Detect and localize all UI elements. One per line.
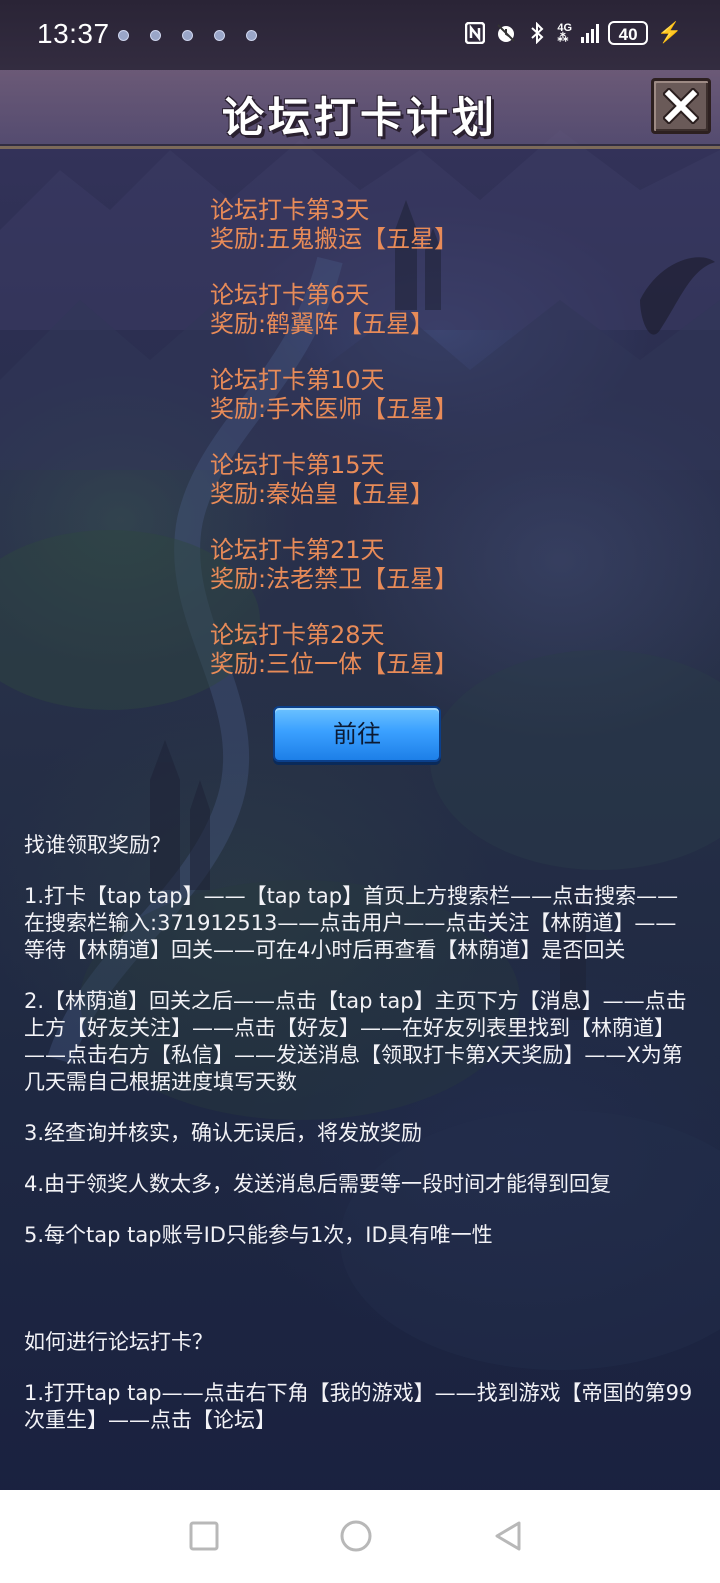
back-button[interactable] [486,1514,530,1558]
battery-level: 40 [618,24,638,44]
status-indicators: 4G ⁂ 40 ⚡ [464,20,682,45]
close-icon [663,88,699,124]
battery-icon: 40 [608,20,649,45]
close-button[interactable] [651,78,711,134]
notification-dot-icon [150,30,161,41]
reward-item: 论坛打卡第6天 奖励:鹤翼阵【五星】 [210,281,458,339]
checkin-step: 1.打开tap tap——点击右下角【我的游戏】——找到游戏【帝国的第99次重生… [24,1381,693,1432]
notification-icons [118,30,257,41]
notification-dot-icon [118,30,129,41]
status-bar: 13:37 4G ⁂ 40 ⚡ [0,0,720,70]
status-time: 13:37 [37,18,110,49]
reward-prize: 奖励:手术医师【五星】 [210,395,459,423]
bluetooth-icon [526,21,548,45]
reward-day: 论坛打卡第10天 [210,366,385,394]
notification-dot-icon [214,30,225,41]
reward-day: 论坛打卡第28天 [210,621,385,649]
header: 论坛打卡计划 [0,70,720,149]
checkin-heading: 如何进行论坛打卡？ [24,1330,213,1354]
reward-day: 论坛打卡第6天 [210,281,370,309]
reward-prize: 奖励:法老禁卫【五星】 [210,565,459,593]
instructions-panel[interactable]: 找谁领取奖励？ 1.打卡【tap tap】——【tap tap】首页上方搜索栏—… [24,832,696,1462]
alarm-icon [495,21,517,45]
recent-apps-button[interactable] [182,1514,226,1558]
reward-prize: 奖励:秦始皇【五星】 [210,480,435,508]
notification-dot-icon [246,30,257,41]
network-type: 4G ⁂ [557,21,573,44]
reward-day: 论坛打卡第15天 [210,451,385,479]
home-icon [340,1520,372,1552]
claim-step: 3.经查询并核实，确认无误后，将发放奖励 [24,1121,423,1145]
reward-item: 论坛打卡第10天 奖励:手术医师【五星】 [210,366,458,424]
claim-heading: 找谁领取奖励？ [24,833,171,857]
navigation-bar [0,1490,720,1583]
back-icon [495,1521,521,1551]
reward-day: 论坛打卡第3天 [210,196,370,224]
nfc-icon [464,21,486,45]
home-button[interactable] [334,1514,378,1558]
reward-prize: 奖励:五鬼搬运【五星】 [210,225,459,253]
reward-item: 论坛打卡第21天 奖励:法老禁卫【五星】 [210,536,458,594]
reward-item: 论坛打卡第3天 奖励:五鬼搬运【五星】 [210,196,458,254]
reward-item: 论坛打卡第28天 奖励:三位一体【五星】 [210,621,458,679]
charging-icon: ⚡ [657,22,682,44]
reward-list: 论坛打卡第3天 奖励:五鬼搬运【五星】 论坛打卡第6天 奖励:鹤翼阵【五星】 论… [210,196,458,706]
recent-apps-icon [189,1521,219,1551]
claim-step: 4.由于领奖人数太多，发送消息后需要等一段时间才能得到回复 [24,1172,612,1196]
notification-dot-icon [182,30,193,41]
claim-step: 5.每个tap tap账号ID只能参与1次，ID具有唯一性 [24,1223,493,1247]
go-button[interactable]: 前往 [273,706,441,762]
reward-prize: 奖励:鹤翼阵【五星】 [210,310,435,338]
claim-step: 1.打卡【tap tap】——【tap tap】首页上方搜索栏——点击搜索——在… [24,884,679,962]
reward-prize: 奖励:三位一体【五星】 [210,650,459,678]
reward-day: 论坛打卡第21天 [210,536,385,564]
reward-item: 论坛打卡第15天 奖励:秦始皇【五星】 [210,451,458,509]
page-title: 论坛打卡计划 [221,93,498,142]
claim-step: 2.【林荫道】回关之后——点击【tap tap】主页下方【消息】——点击上方【好… [24,989,687,1094]
signal-icon [581,23,600,43]
